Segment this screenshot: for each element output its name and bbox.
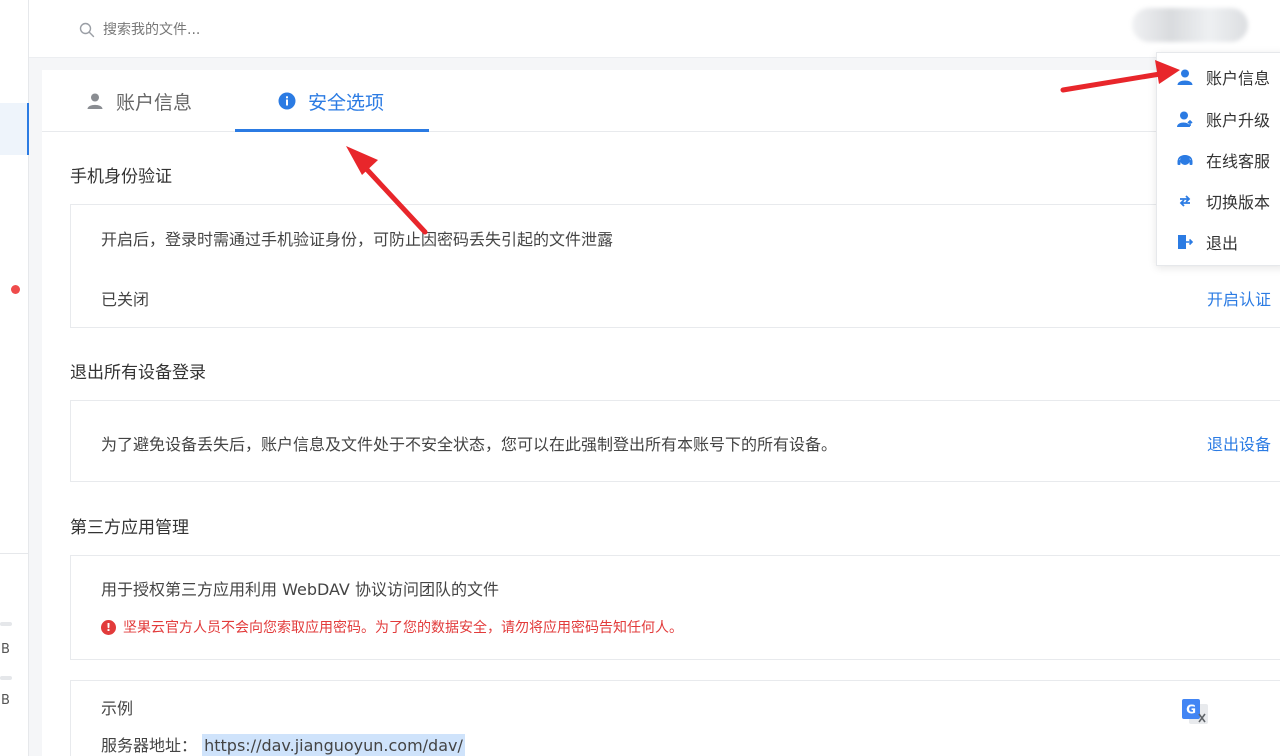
tab-label: 账户信息	[116, 91, 193, 114]
third-party-description: 用于授权第三方应用利用 WebDAV 协议访问团队的文件	[101, 580, 499, 599]
storage-label: B	[1, 693, 10, 708]
security-warning: ! 坚果云官方人员不会向您索取应用密码。为了您的数据安全，请勿将应用密码告知任何…	[101, 617, 683, 637]
security-settings-card: 账户信息 安全选项 手机身份验证 开启后，登录时需通过手机验证身份，可防止因密码…	[42, 70, 1280, 756]
logout-devices-description: 为了避免设备丢失后，账户信息及文件处于不安全状态，您可以在此强制登出所有本账号下…	[101, 435, 838, 454]
enable-auth-link[interactable]: 开启认证	[1207, 286, 1271, 310]
logout-icon	[1178, 235, 1194, 249]
top-bar	[29, 0, 1280, 58]
menu-item-account-info[interactable]: 账户信息	[1157, 57, 1280, 97]
menu-item-label: 账户升级	[1206, 111, 1271, 130]
logout-devices-title: 退出所有设备登录	[70, 363, 206, 383]
example-box: 示例 服务器地址： https://dav.jianguoyun.com/dav…	[70, 680, 1280, 756]
menu-item-account-upgrade[interactable]: 账户升级	[1157, 99, 1280, 139]
third-party-box: 用于授权第三方应用利用 WebDAV 协议访问团队的文件 ! 坚果云官方人员不会…	[70, 555, 1280, 660]
third-party-title: 第三方应用管理	[70, 518, 189, 538]
warning-text: 坚果云官方人员不会向您索取应用密码。为了您的数据安全，请勿将应用密码告知任何人。	[123, 620, 683, 636]
sidebar-active-item[interactable]	[0, 103, 29, 155]
tab-security-options[interactable]: 安全选项	[278, 70, 384, 132]
storage-label: B	[1, 642, 10, 657]
notification-dot	[11, 285, 20, 294]
translate-icon[interactable]: G	[1180, 697, 1210, 727]
svg-text:G: G	[1186, 703, 1196, 717]
server-address-row: 服务器地址： https://dav.jianguoyun.com/dav/	[101, 732, 465, 756]
menu-item-label: 账户信息	[1206, 69, 1271, 88]
server-address-url[interactable]: https://dav.jianguoyun.com/dav/	[202, 734, 465, 756]
menu-item-label: 退出	[1206, 234, 1239, 253]
menu-item-logout[interactable]: 退出	[1157, 222, 1280, 262]
user-dropdown-menu: 账户信息 账户升级 在线客服 切换版本 退出	[1156, 52, 1280, 266]
switch-icon	[1179, 195, 1191, 207]
search-icon	[79, 22, 95, 38]
info-icon	[278, 92, 296, 110]
phone-auth-description: 开启后，登录时需通过手机验证身份，可防止因密码丢失引起的文件泄露	[101, 230, 614, 249]
example-title: 示例	[101, 699, 134, 718]
menu-item-label: 切换版本	[1206, 193, 1271, 212]
search-input[interactable]	[103, 18, 403, 42]
phone-auth-box: 开启后，登录时需通过手机验证身份，可防止因密码丢失引起的文件泄露 已关闭 开启认…	[70, 204, 1280, 328]
settings-tabs: 账户信息 安全选项	[42, 70, 1280, 132]
storage-bar	[0, 622, 12, 626]
menu-item-online-support[interactable]: 在线客服	[1157, 140, 1280, 180]
logout-devices-link[interactable]: 退出设备	[1207, 431, 1271, 455]
active-tab-indicator	[235, 129, 429, 132]
warning-icon: !	[101, 619, 116, 635]
user-menu-trigger[interactable]	[1132, 8, 1248, 42]
tab-account-info[interactable]: 账户信息	[86, 70, 192, 132]
sidebar-divider	[0, 553, 29, 554]
user-icon	[87, 93, 103, 109]
logout-devices-box: 为了避免设备丢失后，账户信息及文件处于不安全状态，您可以在此强制登出所有本账号下…	[70, 400, 1280, 482]
menu-item-switch-version[interactable]: 切换版本	[1157, 181, 1280, 221]
server-address-label: 服务器地址：	[101, 736, 198, 755]
phone-auth-status: 已关闭	[101, 290, 150, 309]
user-icon	[1177, 69, 1193, 85]
tab-label: 安全选项	[308, 91, 385, 114]
left-sidebar: B B	[0, 0, 29, 756]
user-upgrade-icon	[1177, 111, 1193, 127]
menu-item-label: 在线客服	[1206, 152, 1271, 171]
storage-bar	[0, 676, 12, 680]
phone-auth-title: 手机身份验证	[70, 167, 172, 187]
headset-icon	[1177, 154, 1193, 165]
